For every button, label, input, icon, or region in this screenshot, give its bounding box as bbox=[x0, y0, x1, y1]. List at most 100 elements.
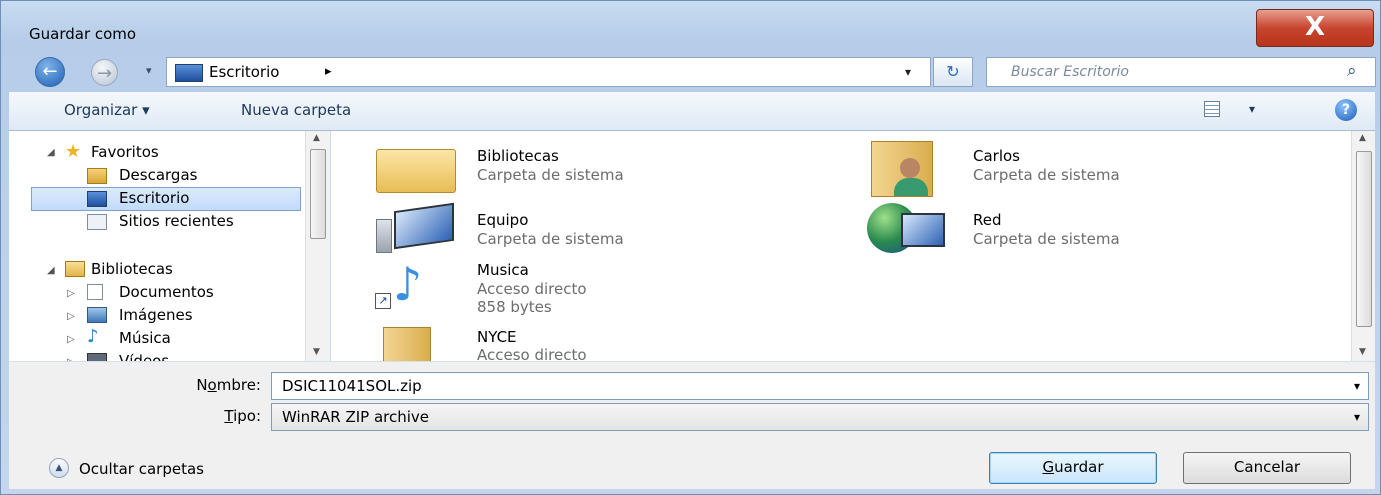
item-desc: Carpeta de sistema bbox=[477, 166, 624, 184]
item-name[interactable]: Musica bbox=[477, 261, 529, 279]
user-folder-icon[interactable] bbox=[871, 141, 933, 197]
desktop-icon bbox=[87, 191, 107, 207]
libraries-folder-icon bbox=[376, 149, 456, 193]
scroll-up-icon[interactable]: ▲ bbox=[1359, 133, 1366, 143]
chevron-down-icon[interactable]: ▾ bbox=[1354, 410, 1360, 424]
new-folder-button[interactable]: Nueva carpeta bbox=[241, 101, 351, 119]
item-desc: Acceso directo bbox=[477, 280, 587, 298]
monitor-icon bbox=[394, 202, 454, 250]
filetype-value: WinRAR ZIP archive bbox=[282, 408, 430, 426]
view-options-icon[interactable] bbox=[1204, 101, 1220, 117]
filename-label-part: mbre: bbox=[216, 376, 261, 394]
view-dropdown[interactable]: ▾ bbox=[1249, 102, 1255, 116]
scroll-down-icon[interactable]: ▼ bbox=[1359, 347, 1366, 357]
computer-icon[interactable] bbox=[376, 202, 458, 253]
nav-item-imagenes[interactable]: Imágenes bbox=[119, 306, 193, 324]
close-button[interactable]: X bbox=[1256, 9, 1374, 47]
item-desc: Acceso directo bbox=[477, 346, 587, 361]
nav-item-escritorio[interactable]: Escritorio bbox=[119, 189, 189, 207]
save-button[interactable]: Guardar bbox=[989, 452, 1157, 484]
network-icon[interactable] bbox=[867, 203, 945, 255]
nav-item-videos[interactable]: Vídeos bbox=[119, 352, 169, 361]
filetype-label: Tipo: bbox=[149, 407, 261, 425]
nav-scrollbar[interactable]: ▲ ▼ bbox=[305, 131, 330, 361]
save-accesskey: G bbox=[1042, 458, 1055, 476]
music-note-icon: ♪ bbox=[393, 257, 423, 311]
address-dropdown[interactable]: ▾ bbox=[905, 65, 911, 79]
filename-value[interactable]: DSIC11041SOL.zip bbox=[282, 377, 422, 395]
item-name[interactable]: Carlos bbox=[973, 147, 1020, 165]
hide-folders-icon[interactable]: ▲ bbox=[49, 458, 69, 478]
content-scrollbar[interactable]: ▲ ▼ bbox=[1351, 131, 1375, 361]
shortcut-arrow-icon: ↗ bbox=[375, 293, 391, 309]
downloads-folder-icon bbox=[87, 168, 107, 184]
recent-places-icon bbox=[87, 214, 107, 230]
filename-label: Nombre: bbox=[149, 376, 261, 394]
nav-item-musica[interactable]: Música bbox=[119, 329, 171, 347]
collapse-arrow-icon[interactable]: ◢ bbox=[47, 265, 55, 276]
item-name[interactable]: Red bbox=[973, 211, 1002, 229]
save-as-dialog: Guardar como X ← → ▾ Escritorio ▸ ▾ ↻ Bu… bbox=[0, 0, 1381, 495]
filetype-select[interactable]: WinRAR ZIP archive ▾ bbox=[271, 403, 1369, 431]
item-name[interactable]: Bibliotecas bbox=[477, 147, 559, 165]
refresh-button[interactable]: ↻ bbox=[933, 57, 973, 87]
nav-favorites[interactable]: Favoritos bbox=[91, 143, 159, 161]
navigation-pane: ◢ ★ Favoritos Descargas Escritorio Sitio… bbox=[9, 131, 331, 361]
item-name[interactable]: NYCE bbox=[477, 328, 517, 346]
pictures-icon bbox=[87, 307, 107, 323]
item-size: 858 bytes bbox=[477, 298, 552, 316]
nav-item-sitios-recientes[interactable]: Sitios recientes bbox=[119, 212, 234, 230]
user-head-icon bbox=[900, 158, 920, 178]
help-icon[interactable]: ? bbox=[1335, 99, 1357, 121]
expand-arrow-icon[interactable]: ▷ bbox=[67, 311, 75, 322]
nav-item-descargas[interactable]: Descargas bbox=[119, 166, 197, 184]
music-icon: ♪ bbox=[87, 326, 99, 347]
back-button[interactable]: ← bbox=[35, 57, 65, 87]
nav-bibliotecas[interactable]: Bibliotecas bbox=[91, 260, 173, 278]
item-desc: Carpeta de sistema bbox=[973, 230, 1120, 248]
arrow-left-icon: ← bbox=[42, 61, 58, 82]
filetype-label-accesskey: T bbox=[224, 407, 234, 425]
folder-shortcut-icon[interactable] bbox=[383, 327, 431, 361]
scrollbar-thumb[interactable] bbox=[1356, 151, 1372, 327]
toolbar: Organizar ▾ Nueva carpeta ▾ ? bbox=[9, 91, 1375, 131]
item-desc: Carpeta de sistema bbox=[477, 230, 624, 248]
history-dropdown[interactable]: ▾ bbox=[146, 64, 152, 77]
file-list: Bibliotecas Carpeta de sistema Carlos Ca… bbox=[331, 131, 1375, 361]
list-item[interactable] bbox=[376, 143, 456, 193]
scroll-up-icon[interactable]: ▲ bbox=[313, 133, 320, 143]
filename-label-part: N bbox=[196, 376, 208, 394]
forward-button[interactable]: → bbox=[91, 59, 118, 86]
filetype-label-part: ipo: bbox=[233, 407, 261, 425]
expand-arrow-icon[interactable]: ▷ bbox=[67, 288, 75, 299]
save-form: Nombre: DSIC11041SOL.zip ▾ Tipo: WinRAR … bbox=[9, 361, 1375, 489]
tower-icon bbox=[376, 219, 392, 253]
scrollbar-thumb[interactable] bbox=[310, 149, 326, 239]
scroll-down-icon[interactable]: ▼ bbox=[313, 347, 320, 357]
breadcrumb-escritorio[interactable]: Escritorio bbox=[209, 63, 279, 81]
chevron-down-icon[interactable]: ▾ bbox=[1354, 379, 1360, 393]
filename-label-accesskey: o bbox=[207, 376, 217, 394]
organize-menu[interactable]: Organizar ▾ bbox=[64, 101, 150, 119]
desktop-icon bbox=[175, 64, 203, 82]
expand-arrow-icon[interactable]: ▷ bbox=[67, 334, 75, 345]
address-bar[interactable]: Escritorio ▸ ▾ bbox=[166, 57, 931, 87]
videos-icon bbox=[87, 353, 107, 361]
save-label: uardar bbox=[1054, 458, 1104, 476]
cancel-button[interactable]: Cancelar bbox=[1183, 452, 1351, 484]
filename-field[interactable]: DSIC11041SOL.zip ▾ bbox=[271, 372, 1369, 400]
hide-folders-button[interactable]: Ocultar carpetas bbox=[79, 460, 204, 478]
search-icon[interactable]: ⌕ bbox=[1347, 61, 1357, 81]
search-input[interactable]: Buscar Escritorio ⌕ bbox=[986, 57, 1376, 87]
collapse-arrow-icon[interactable]: ◢ bbox=[47, 147, 55, 158]
star-icon: ★ bbox=[65, 141, 82, 162]
breadcrumb-arrow-icon[interactable]: ▸ bbox=[325, 64, 332, 79]
nav-item-documentos[interactable]: Documentos bbox=[119, 283, 214, 301]
item-desc: Carpeta de sistema bbox=[973, 166, 1120, 184]
arrow-right-icon: → bbox=[96, 63, 113, 84]
item-name[interactable]: Equipo bbox=[477, 211, 528, 229]
monitor-icon bbox=[901, 213, 945, 247]
music-shortcut-icon[interactable]: ♪ ↗ bbox=[375, 259, 439, 313]
dialog-title: Guardar como bbox=[29, 25, 137, 43]
refresh-icon: ↻ bbox=[946, 62, 960, 81]
